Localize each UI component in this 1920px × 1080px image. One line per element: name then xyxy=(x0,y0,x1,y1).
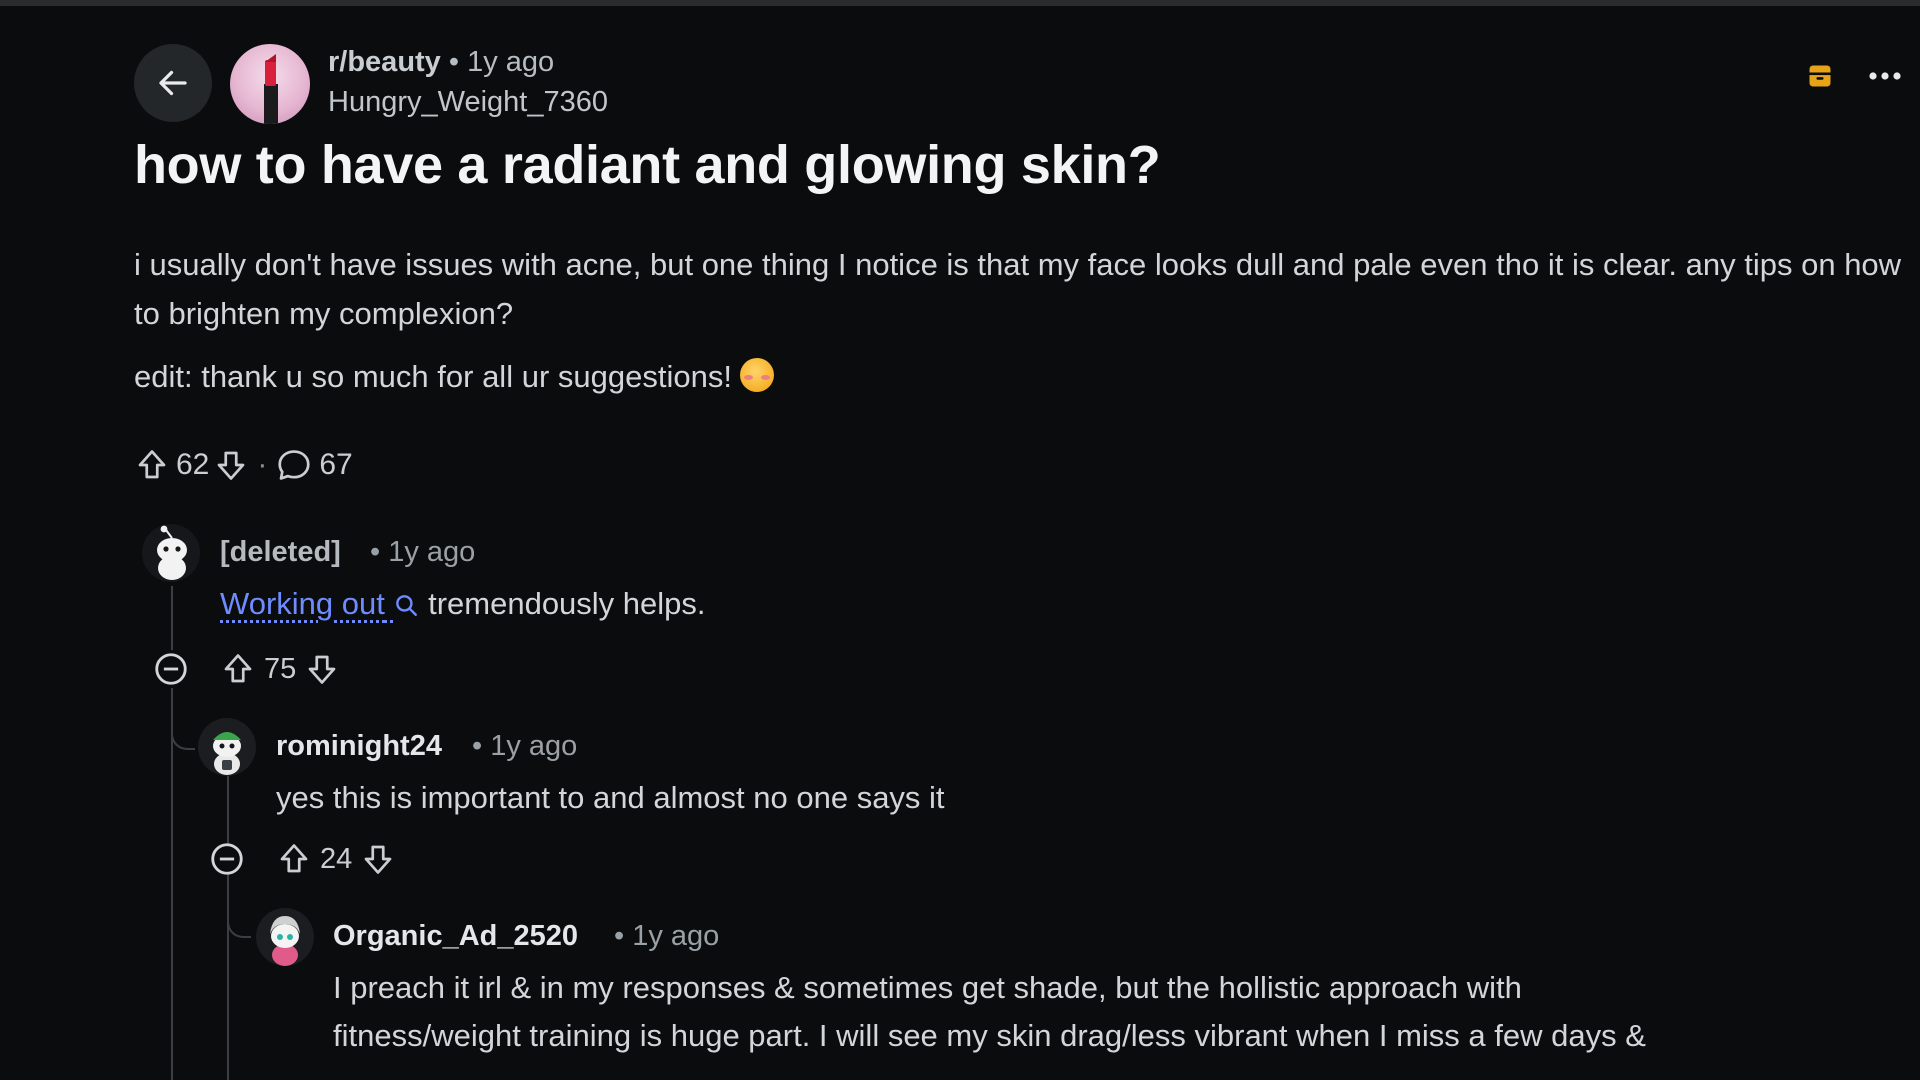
comment-actions: 24 xyxy=(208,840,396,878)
downvote-icon xyxy=(364,845,392,874)
collapse-thread-button[interactable] xyxy=(152,650,190,688)
comment-body-line: fitness/weight training is huge part. I … xyxy=(333,1018,1646,1053)
comment-avatar[interactable] xyxy=(256,908,314,966)
post-author[interactable]: Hungry_Weight_7360 xyxy=(328,86,608,119)
post-upvote-button[interactable] xyxy=(134,447,170,483)
downvote-icon xyxy=(218,451,245,480)
more-options-button[interactable] xyxy=(1868,71,1902,81)
post-meta: r/beauty • 1y ago xyxy=(328,46,554,79)
comment-time: • 1y ago xyxy=(472,730,578,762)
search-suggestion-link[interactable]: Working out xyxy=(220,586,419,621)
comment-vote-count: 75 xyxy=(264,652,297,685)
comment-avatar[interactable] xyxy=(198,718,256,776)
comment-author: [deleted] xyxy=(220,536,341,568)
upvote-icon xyxy=(138,450,166,479)
comment-time: • 1y ago xyxy=(614,920,720,952)
comment-body: Working out tremendously helps. xyxy=(220,586,706,622)
post-actions: 62 · 67 xyxy=(134,446,357,484)
award-icon xyxy=(1809,65,1831,87)
post-edit-note: edit: thank u so much for all ur suggest… xyxy=(134,352,774,401)
comment-upvote-button[interactable] xyxy=(220,651,256,687)
comment-body: yes this is important to and almost no o… xyxy=(276,780,945,815)
comment-author[interactable]: Organic_Ad_2520 xyxy=(333,920,578,953)
upvote-icon xyxy=(280,844,308,873)
thread-connector xyxy=(227,914,251,938)
post-actions-separator: · xyxy=(257,448,268,481)
snoo-avatar-icon xyxy=(213,732,241,775)
subreddit-name[interactable]: r/beauty xyxy=(328,46,441,78)
comment-downvote-button[interactable] xyxy=(304,651,340,687)
more-options-icon xyxy=(1869,72,1901,80)
comment-body-line: I preach it irl & in my responses & some… xyxy=(333,970,1522,1005)
search-suggestion-text: Working out xyxy=(220,586,385,621)
comment-time: • 1y ago xyxy=(370,536,476,568)
post-body: i usually don't have issues with acne, b… xyxy=(134,247,1902,331)
comment-avatar[interactable] xyxy=(142,524,200,582)
downvote-icon xyxy=(308,655,336,684)
collapse-icon xyxy=(211,843,243,875)
collapse-icon xyxy=(155,653,187,685)
header-actions xyxy=(1806,62,1902,90)
collapse-thread-button[interactable] xyxy=(208,840,246,878)
post-edit-text: edit: thank u so much for all ur suggest… xyxy=(134,359,732,394)
post-vote-count: 62 xyxy=(176,448,210,481)
back-arrow-icon xyxy=(159,70,187,96)
snoo-avatar-icon xyxy=(157,525,187,580)
comment-icon xyxy=(278,450,310,480)
upvote-icon xyxy=(224,654,252,683)
post-title: how to have a radiant and glowing skin? xyxy=(134,135,1161,195)
comment-author[interactable]: rominight24 xyxy=(276,730,442,763)
post-downvote-button[interactable] xyxy=(213,447,249,483)
smiling-hearts-emoji-icon xyxy=(739,358,774,392)
award-button[interactable] xyxy=(1806,62,1834,90)
comment-actions: 75 xyxy=(152,650,340,688)
comment-body-text: tremendously helps. xyxy=(428,586,706,621)
back-button[interactable] xyxy=(134,44,212,122)
lipstick-icon xyxy=(264,54,278,124)
comment-vote-count: 24 xyxy=(320,842,353,875)
search-icon xyxy=(396,595,418,616)
post-comment-count: 67 xyxy=(319,448,353,481)
snoo-avatar-icon xyxy=(270,916,300,966)
thread-connector xyxy=(171,726,195,750)
subreddit-avatar[interactable] xyxy=(230,44,310,124)
post-time: • 1y ago xyxy=(448,46,555,78)
post-comments-button[interactable] xyxy=(275,446,313,484)
comment-downvote-button[interactable] xyxy=(360,841,396,877)
comment-upvote-button[interactable] xyxy=(276,841,312,877)
window-top-border xyxy=(0,0,1920,6)
